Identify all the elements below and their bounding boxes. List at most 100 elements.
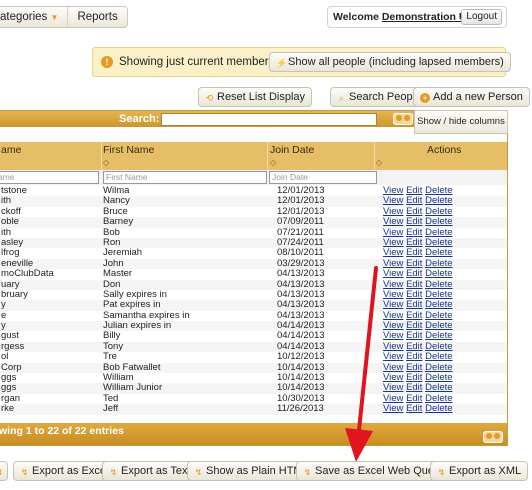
edit-link[interactable]: Edit (406, 247, 422, 258)
view-link[interactable]: View (383, 289, 403, 300)
edit-link[interactable]: Edit (406, 299, 422, 310)
view-link[interactable]: View (383, 195, 403, 206)
delete-link[interactable]: Delete (425, 403, 452, 414)
view-link[interactable]: View (383, 299, 403, 310)
edit-link[interactable]: Edit (406, 372, 422, 383)
view-link[interactable]: View (383, 310, 403, 321)
column-header-join[interactable]: Join Date (270, 144, 314, 156)
delete-link[interactable]: Delete (425, 330, 452, 341)
view-link[interactable]: View (383, 216, 403, 227)
delete-link[interactable]: Delete (425, 382, 452, 393)
export-icon: ↯ (194, 467, 203, 477)
delete-link[interactable]: Delete (425, 268, 452, 279)
edit-link[interactable]: Edit (406, 382, 422, 393)
delete-link[interactable]: Delete (425, 247, 452, 258)
edit-link[interactable]: Edit (406, 351, 422, 362)
view-link[interactable]: View (383, 258, 403, 269)
delete-link[interactable]: Delete (425, 310, 452, 321)
nav-reports[interactable]: Reports (67, 7, 126, 27)
table-search-input[interactable] (161, 113, 377, 126)
edit-link[interactable]: Edit (406, 268, 422, 279)
sort-indicators: ◇ ◇ ◇ (0, 158, 507, 170)
edit-link[interactable]: Edit (406, 279, 422, 290)
view-link[interactable]: View (383, 237, 403, 248)
edit-link[interactable]: Edit (406, 227, 422, 238)
export-xml-button[interactable]: ↯ Export as XML (430, 461, 529, 481)
plus-icon: + (420, 93, 430, 103)
edit-link[interactable]: Edit (406, 185, 422, 196)
export-excel-button[interactable]: ↯ Export as Excel (13, 461, 116, 481)
filter-first-input[interactable]: First Name (103, 171, 267, 184)
edit-link[interactable]: Edit (406, 237, 422, 248)
view-link[interactable]: View (383, 403, 403, 414)
delete-link[interactable]: Delete (425, 195, 452, 206)
export-partial-button[interactable]: ↯ (0, 461, 8, 481)
logout-button[interactable]: Logout (461, 9, 502, 25)
pagination-bottom[interactable] (483, 431, 503, 443)
web-query-label: Save as Excel Web Query (315, 465, 444, 477)
sort-icon[interactable]: ◇ (103, 158, 109, 167)
view-link[interactable]: View (383, 393, 403, 404)
table-body: tstone Wilma 12/01/2013 View Edit Delete ith… (0, 185, 507, 415)
delete-link[interactable]: Delete (425, 372, 452, 383)
delete-link[interactable]: Delete (425, 341, 452, 352)
delete-link[interactable]: Delete (425, 320, 452, 331)
show-hide-columns-button[interactable]: Show / hide columns (414, 110, 508, 134)
delete-link[interactable]: Delete (425, 351, 452, 362)
info-icon: ! (101, 56, 113, 68)
delete-link[interactable]: Delete (425, 258, 452, 269)
show-all-people-button[interactable]: ⚡Show all people (including lapsed membe… (269, 52, 511, 72)
view-link[interactable]: View (383, 382, 403, 393)
delete-link[interactable]: Delete (425, 185, 452, 196)
edit-link[interactable]: Edit (406, 362, 422, 373)
sort-icon[interactable]: ◇ (376, 158, 382, 167)
edit-link[interactable]: Edit (406, 258, 422, 269)
reset-list-button[interactable]: ⟲ Reset List Display (198, 87, 313, 107)
delete-link[interactable]: Delete (425, 299, 452, 310)
edit-link[interactable]: Edit (406, 393, 422, 404)
edit-link[interactable]: Edit (406, 310, 422, 321)
edit-link[interactable]: Edit (406, 403, 422, 414)
view-link[interactable]: View (383, 268, 403, 279)
notice-banner: ! Showing just current members. ⚡Show al… (92, 47, 511, 77)
view-link[interactable]: View (383, 227, 403, 238)
delete-link[interactable]: Delete (425, 362, 452, 373)
edit-link[interactable]: Edit (406, 206, 422, 217)
show-html-label: Show as Plain HTML (206, 465, 309, 477)
column-header-actions[interactable]: Actions (427, 144, 461, 156)
welcome-box: Welcome Demonstration User Logout (327, 6, 507, 28)
view-link[interactable]: View (383, 351, 403, 362)
column-header-first[interactable]: First Name (103, 144, 154, 156)
delete-link[interactable]: Delete (425, 237, 452, 248)
delete-link[interactable]: Delete (425, 206, 452, 217)
column-header-last[interactable]: ame (1, 144, 21, 156)
view-link[interactable]: View (383, 341, 403, 352)
view-link[interactable]: View (383, 372, 403, 383)
edit-link[interactable]: Edit (406, 320, 422, 331)
nav-categories[interactable]: ategories ▼ (0, 7, 67, 28)
view-link[interactable]: View (383, 279, 403, 290)
view-link[interactable]: View (383, 320, 403, 331)
edit-link[interactable]: Edit (406, 216, 422, 227)
delete-link[interactable]: Delete (425, 227, 452, 238)
edit-link[interactable]: Edit (406, 195, 422, 206)
view-link[interactable]: View (383, 185, 403, 196)
pagination-top[interactable] (393, 113, 413, 125)
edit-link[interactable]: Edit (406, 341, 422, 352)
view-link[interactable]: View (383, 206, 403, 217)
filter-join-input[interactable]: Join Date (269, 171, 377, 184)
edit-link[interactable]: Edit (406, 289, 422, 300)
filter-last-input[interactable]: ame (0, 171, 99, 184)
edit-link[interactable]: Edit (406, 330, 422, 341)
export-text-button[interactable]: ↯ Export as Text (102, 461, 198, 481)
save-excel-web-query-button[interactable]: ↯ Save as Excel Web Query (296, 461, 451, 481)
delete-link[interactable]: Delete (425, 393, 452, 404)
delete-link[interactable]: Delete (425, 279, 452, 290)
view-link[interactable]: View (383, 247, 403, 258)
delete-link[interactable]: Delete (425, 216, 452, 227)
view-link[interactable]: View (383, 362, 403, 373)
add-person-button[interactable]: + Add a new Person (413, 87, 530, 107)
sort-icon[interactable]: ◇ (270, 158, 276, 167)
view-link[interactable]: View (383, 330, 403, 341)
delete-link[interactable]: Delete (425, 289, 452, 300)
